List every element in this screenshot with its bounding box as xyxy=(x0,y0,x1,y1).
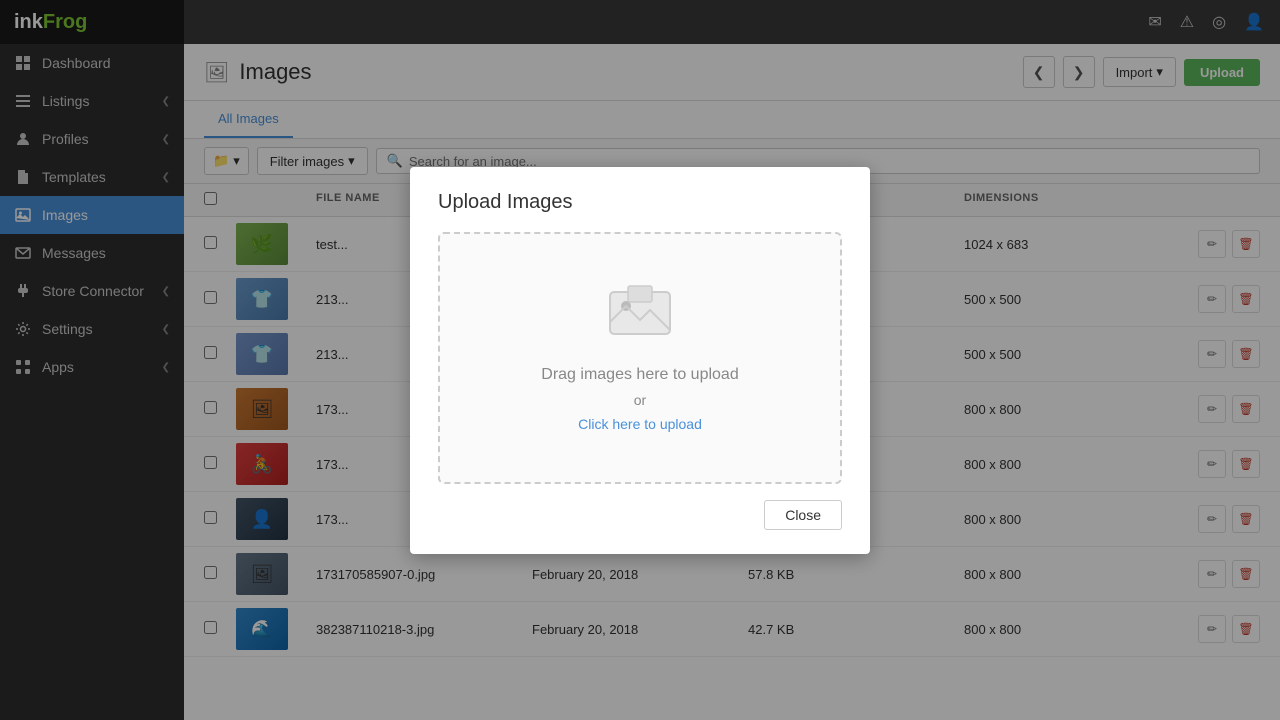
click-to-upload-link[interactable]: Click here to upload xyxy=(578,416,702,432)
drop-zone-icon xyxy=(608,284,672,348)
drop-or: or xyxy=(634,392,646,408)
close-modal-button[interactable]: Close xyxy=(764,500,842,530)
modal-title: Upload Images xyxy=(438,191,842,214)
drop-text: Drag images here to upload xyxy=(541,366,738,384)
modal-footer: Close xyxy=(438,500,842,530)
modal-overlay[interactable]: Upload Images Drag images here to upload… xyxy=(0,0,1280,720)
upload-modal: Upload Images Drag images here to upload… xyxy=(410,167,870,554)
drop-zone[interactable]: Drag images here to upload or Click here… xyxy=(438,232,842,484)
